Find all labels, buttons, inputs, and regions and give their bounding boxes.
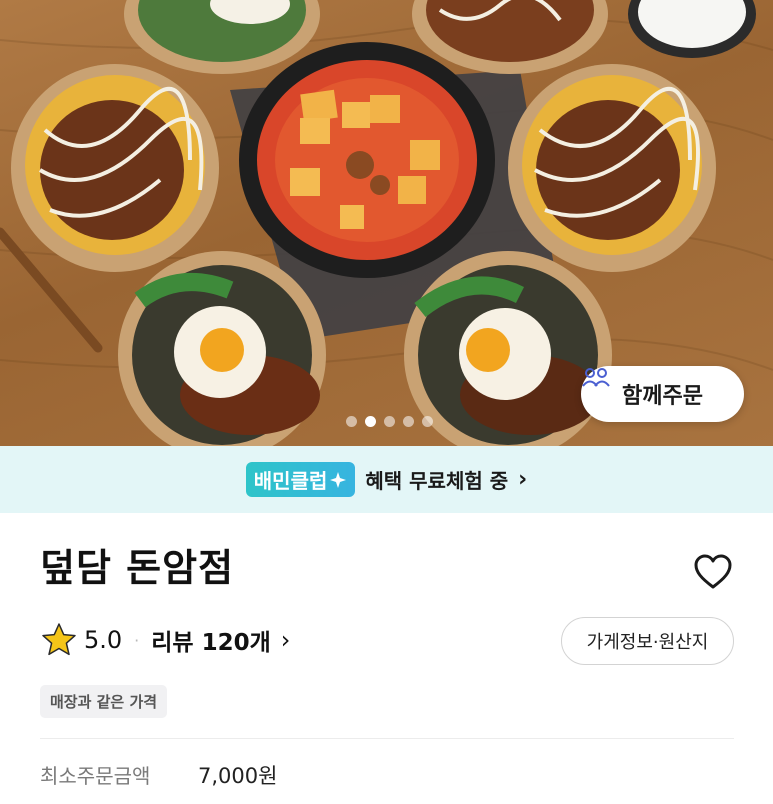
- price-tag-badge: 매장과 같은 가격: [40, 685, 168, 718]
- store-name: 덮담 돈암점: [40, 546, 235, 590]
- carousel-dot[interactable]: [422, 416, 433, 427]
- carousel-indicator: [346, 416, 433, 427]
- club-badge-label: 배민클럽: [253, 469, 328, 493]
- group-order-button[interactable]: 함께주문: [581, 366, 744, 422]
- store-hero-image[interactable]: 함께주문: [0, 0, 773, 446]
- divider: [40, 738, 734, 739]
- people-icon: [582, 368, 610, 387]
- store-info-label: 가게정보·원산지: [586, 632, 709, 653]
- club-benefit-text: 혜택 무료체험 중: [365, 469, 509, 493]
- price-tag-label: 매장과 같은 가격: [50, 693, 158, 711]
- store-info-button[interactable]: 가게정보·원산지: [561, 617, 734, 665]
- chevron-right-icon: ›: [518, 467, 528, 492]
- carousel-dot-active[interactable]: [365, 416, 376, 427]
- separator-dot: ·: [134, 630, 140, 650]
- chevron-right-icon[interactable]: ›: [281, 626, 291, 654]
- rating-value: 5.0: [84, 626, 123, 654]
- rating-row: 5.0 · 리뷰 120개 ›: [40, 620, 290, 660]
- min-order-value: 7,000원: [198, 764, 278, 788]
- sparkle-icon: [330, 471, 347, 488]
- carousel-dot[interactable]: [403, 416, 414, 427]
- carousel-dot[interactable]: [384, 416, 395, 427]
- min-order-label: 최소주문금액: [40, 764, 151, 788]
- review-count-link[interactable]: 리뷰 120개: [151, 623, 271, 657]
- star-icon: [42, 623, 76, 656]
- club-badge: 배민클럽: [245, 462, 356, 497]
- group-order-label: 함께주문: [622, 384, 703, 409]
- baemin-club-banner[interactable]: 배민클럽 혜택 무료체험 중 ›: [0, 446, 773, 513]
- heart-outline-icon[interactable]: [693, 553, 733, 591]
- carousel-dot[interactable]: [346, 416, 357, 427]
